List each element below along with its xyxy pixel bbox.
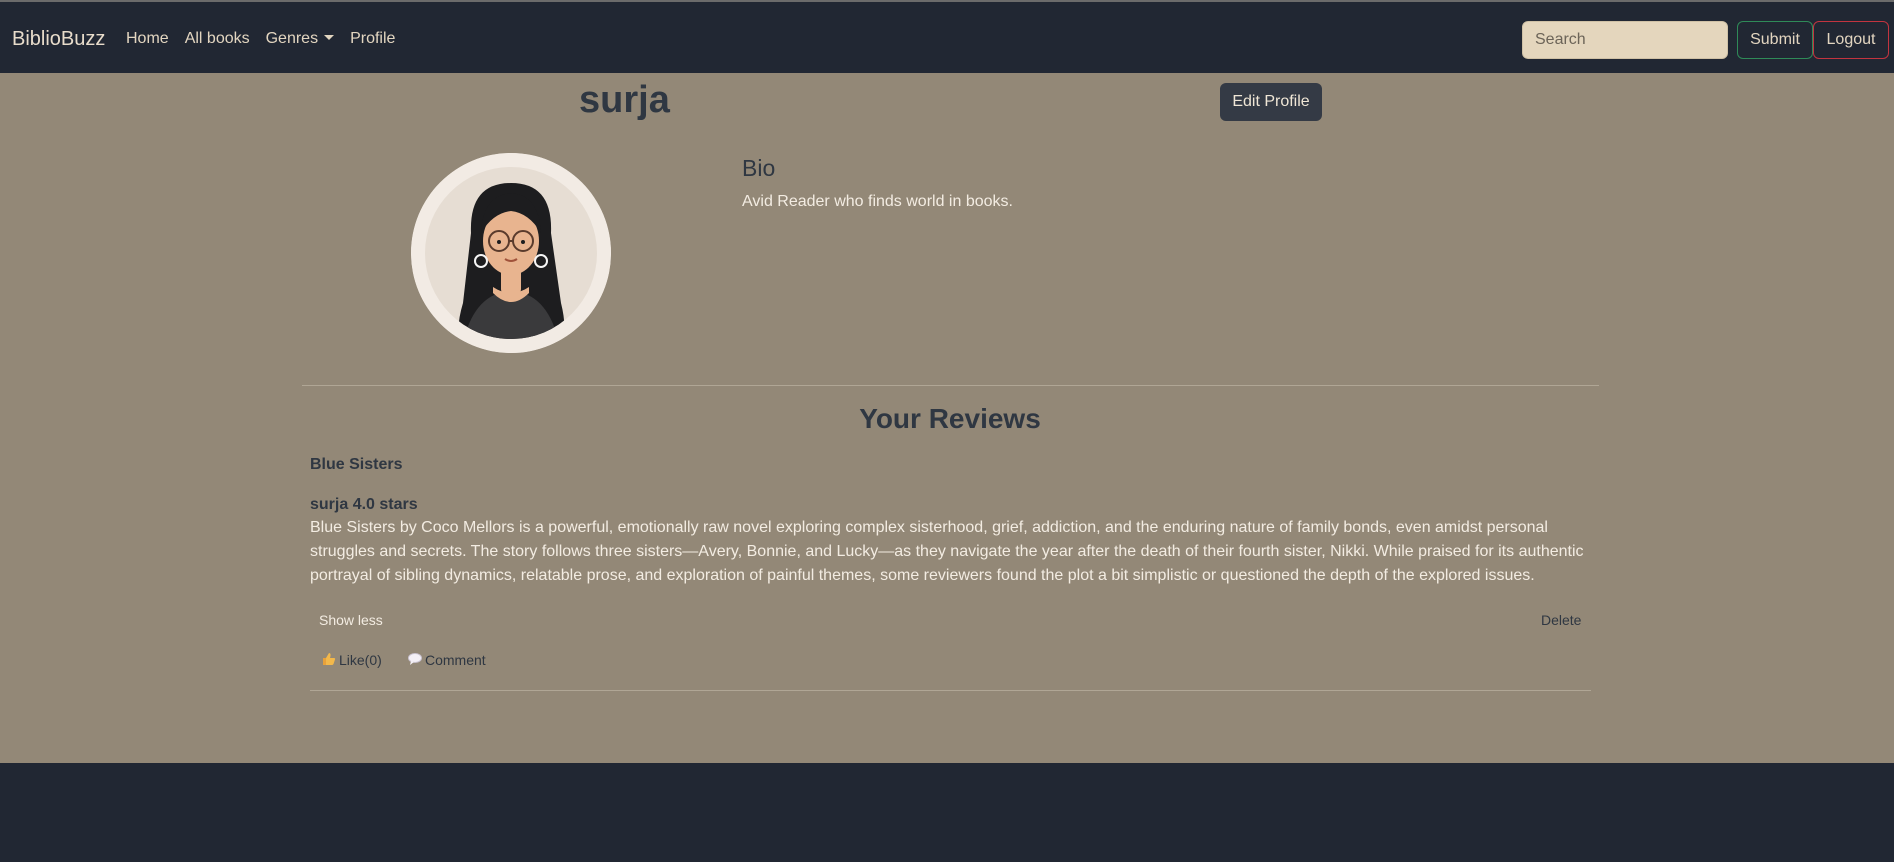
nav-profile[interactable]: Profile xyxy=(350,30,395,48)
review-author-rating: surja 4.0 stars xyxy=(310,496,418,513)
reviews-heading: Your Reviews xyxy=(859,403,1041,434)
review-text: Blue Sisters by Coco Mellors is a powerf… xyxy=(310,519,1584,584)
review-book-title[interactable]: Blue Sisters xyxy=(310,456,402,474)
brand-logo[interactable]: BiblioBuzz xyxy=(12,28,105,51)
caret-down-icon xyxy=(324,35,335,40)
edit-profile-button[interactable]: Edit Profile xyxy=(1220,83,1322,121)
divider xyxy=(310,690,1591,691)
like-label: Like(0) xyxy=(339,652,382,668)
bio-text: Avid Reader who finds world in books. xyxy=(742,193,1013,210)
avatar xyxy=(411,153,611,353)
speech-bubble-icon xyxy=(408,653,422,665)
thumbs-up-icon xyxy=(323,653,336,665)
search-input[interactable] xyxy=(1522,21,1728,59)
profile-username: surja xyxy=(579,79,670,121)
nav-genres-dropdown[interactable]: Genres xyxy=(265,30,335,48)
bio-heading: Bio xyxy=(742,155,776,181)
delete-review-button[interactable]: Delete xyxy=(1541,612,1581,628)
divider xyxy=(302,385,1599,386)
nav-all-books[interactable]: All books xyxy=(185,30,250,48)
show-less-link[interactable]: Show less xyxy=(319,612,383,628)
avatar-illustration xyxy=(411,153,611,353)
navbar: BiblioBuzz Home All books Genres Profile… xyxy=(0,0,1894,73)
logout-button[interactable]: Logout xyxy=(1813,21,1889,59)
nav-genres-label: Genres xyxy=(265,30,319,47)
comment-button[interactable]: Comment xyxy=(407,651,486,668)
like-button[interactable]: Like(0) xyxy=(321,651,382,668)
profile-main: surja Edit Profile Bio Avid Reader who f… xyxy=(0,73,1894,763)
nav-links: Home All books Genres Profile xyxy=(126,30,411,48)
submit-button[interactable]: Submit xyxy=(1737,21,1813,59)
nav-home[interactable]: Home xyxy=(126,30,169,48)
comment-label: Comment xyxy=(425,652,486,668)
